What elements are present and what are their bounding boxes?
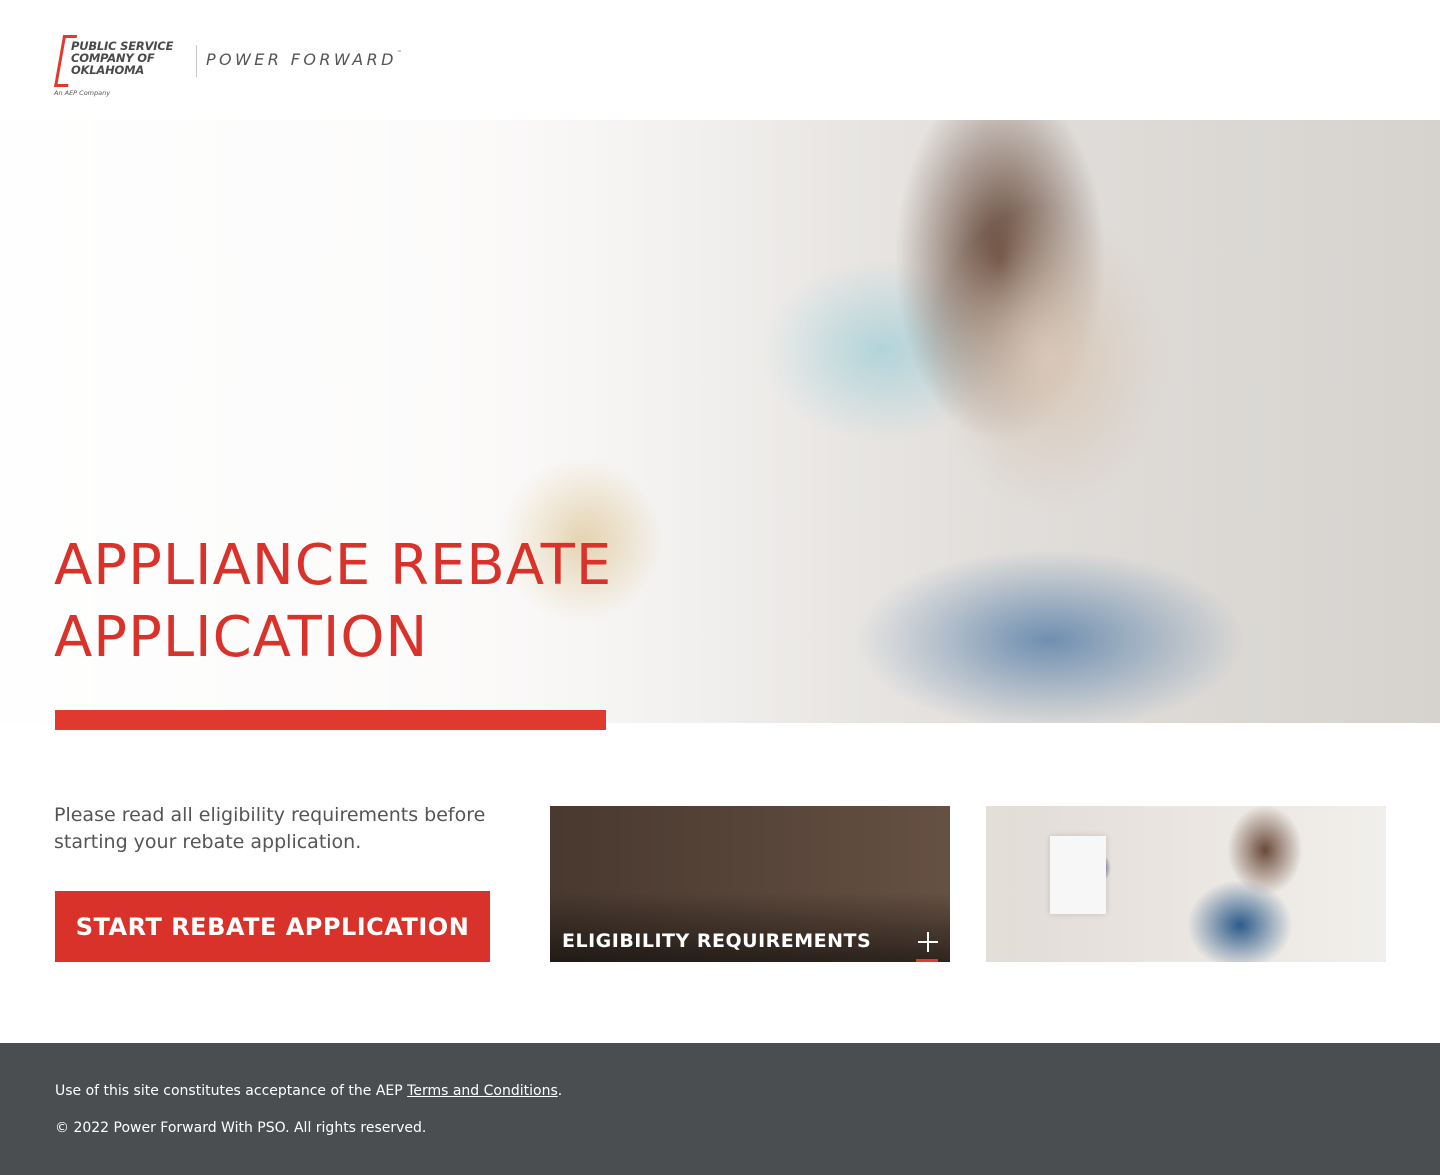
site-footer: Use of this site constitutes acceptance … (0, 1043, 1440, 1175)
title-accent-bar (55, 710, 606, 730)
thermostat-image (986, 806, 1386, 962)
terms-suffix: . (557, 1083, 563, 1099)
thermostat-wallplate (1050, 836, 1106, 914)
tagline: POWER FORWARD™ (206, 50, 402, 69)
logo-wordmark: PUBLIC SERVICE COMPANY OF OKLAHOMA (71, 40, 173, 76)
logo-subtext: An AEP Company (54, 89, 111, 97)
tagline-text: POWER FORWARD (206, 50, 397, 69)
page-title-line-2: APPLICATION (54, 605, 429, 670)
trademark-mark: ™ (396, 50, 402, 56)
page-title-line-1: APPLIANCE REBATE (54, 533, 613, 598)
plus-icon[interactable] (918, 932, 938, 952)
terms-and-conditions-link[interactable]: Terms and Conditions (407, 1083, 558, 1099)
page-title: APPLIANCE REBATE APPLICATION (54, 530, 674, 674)
intro-text: Please read all eligibility requirements… (54, 804, 486, 853)
site-header: PUBLIC SERVICE COMPANY OF OKLAHOMA An AE… (0, 0, 1440, 120)
eligibility-requirements-card[interactable]: ELIGIBILITY REQUIREMENTS (550, 806, 950, 962)
copyright: © 2022 Power Forward With PSO. All right… (55, 1120, 427, 1136)
terms-prefix: Use of this site constitutes acceptance … (55, 1083, 408, 1099)
logo-divider (196, 45, 197, 77)
logo-line-3: OKLAHOMA (71, 63, 145, 77)
start-rebate-application-button[interactable]: START REBATE APPLICATION (55, 891, 490, 962)
card-accent-bar (916, 959, 938, 962)
pso-logo[interactable]: PUBLIC SERVICE COMPANY OF OKLAHOMA An AE… (54, 35, 194, 99)
terms-notice: Use of this site constitutes acceptance … (55, 1083, 562, 1099)
eligibility-requirements-label: ELIGIBILITY REQUIREMENTS (562, 930, 872, 952)
